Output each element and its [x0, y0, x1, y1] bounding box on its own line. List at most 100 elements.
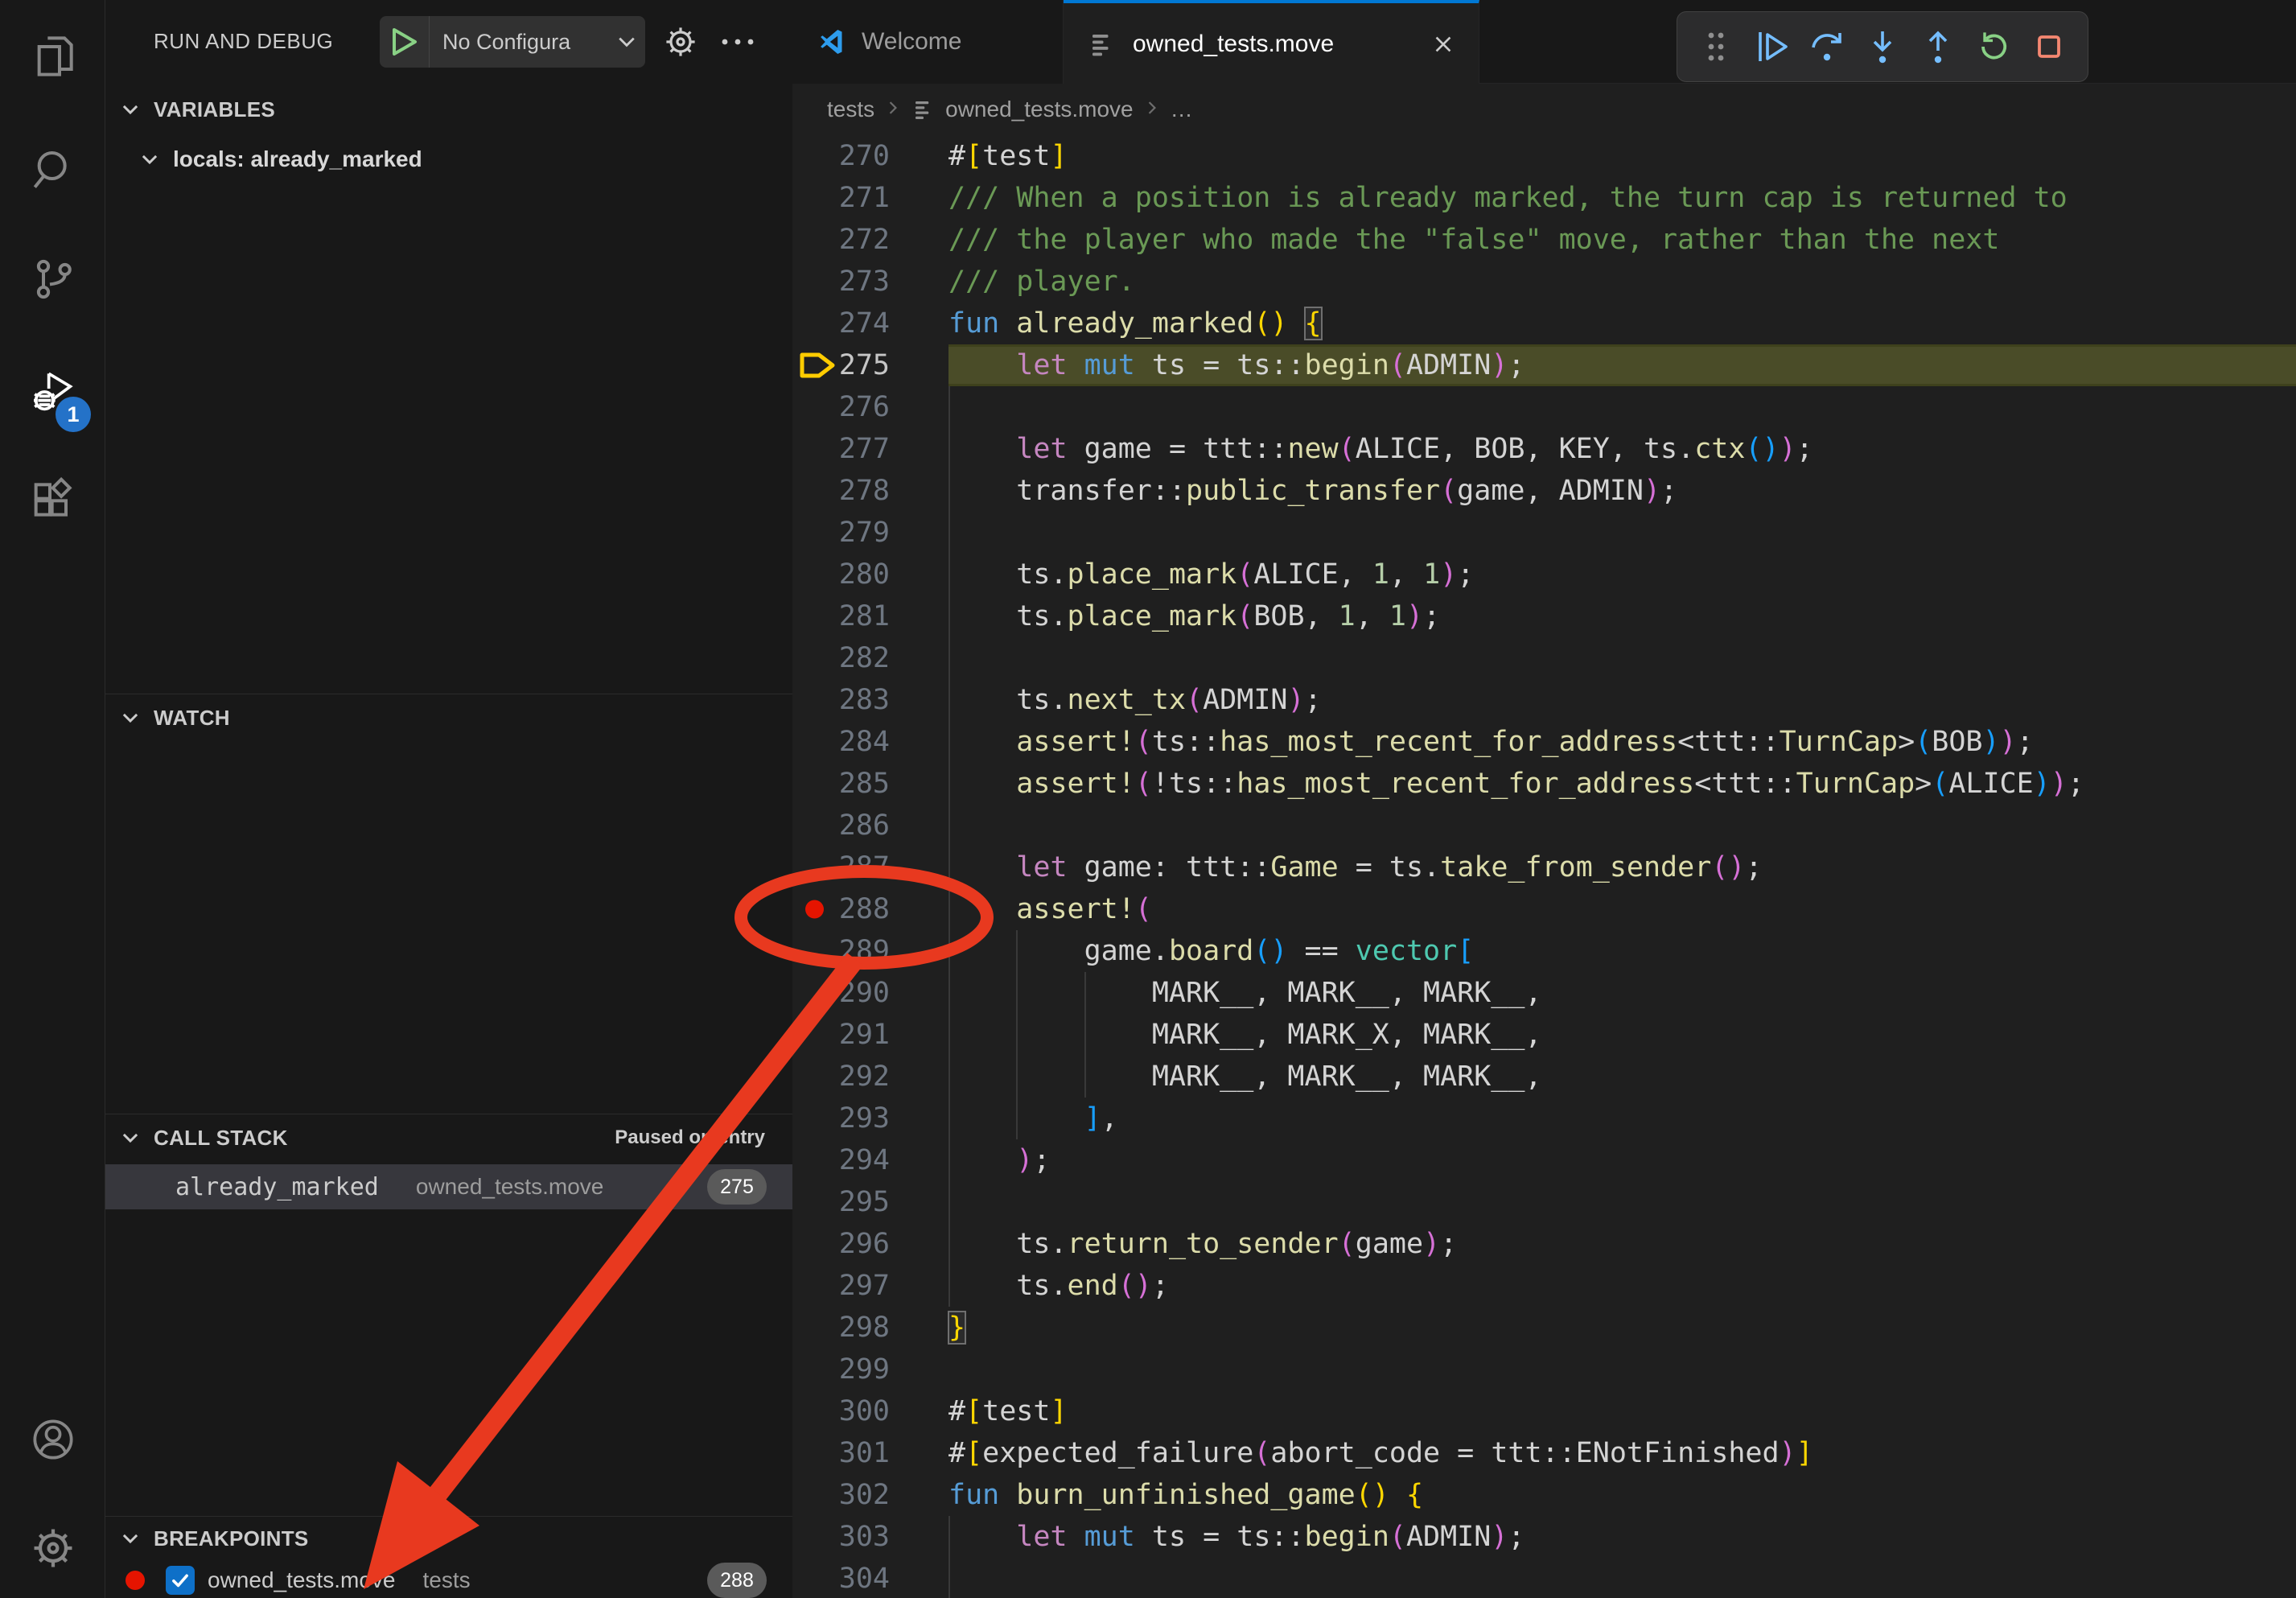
code-line-text[interactable]: /// player. [948, 261, 2296, 303]
gutter-line-281[interactable]: 281 [792, 595, 948, 637]
tab-welcome[interactable]: Welcome [792, 0, 1064, 84]
code-line-text[interactable]: MARK__, MARK__, MARK__, [948, 1056, 2296, 1098]
code-line-text[interactable]: ); [948, 1139, 2296, 1181]
code-line-text[interactable] [948, 512, 2296, 554]
tab-owned-tests-move[interactable]: owned_tests.move [1064, 0, 1479, 84]
breakpoint-enabled-checkbox[interactable] [166, 1566, 195, 1595]
breakpoints-section-header[interactable]: BREAKPOINTS [105, 1518, 792, 1559]
code-line-text[interactable]: game.board() == vector[ [948, 930, 2296, 972]
code-line-text[interactable]: let game: ttt::Game = ts.take_from_sende… [948, 846, 2296, 888]
step-over-button[interactable] [1801, 21, 1853, 72]
explorer-icon[interactable] [0, 8, 105, 105]
code-line-text[interactable]: ts.end(); [948, 1265, 2296, 1307]
gutter-line-286[interactable]: 286 [792, 805, 948, 846]
watch-section-header[interactable]: WATCH [105, 697, 792, 739]
gutter-line-290[interactable]: 290 [792, 972, 948, 1014]
code-line-text[interactable]: assert!(!ts::has_most_recent_for_address… [948, 763, 2296, 805]
code-line-text[interactable]: ts.return_to_sender(game); [948, 1223, 2296, 1265]
gutter-line-304[interactable]: 304 [792, 1558, 948, 1598]
code-line-text[interactable]: #[test] [948, 1390, 2296, 1432]
code-line-text[interactable] [948, 637, 2296, 679]
gutter-line-270[interactable]: 270 [792, 135, 948, 177]
gutter-line-291[interactable]: 291 [792, 1014, 948, 1056]
gutter-line-276[interactable]: 276 [792, 386, 948, 428]
step-into-button[interactable] [1857, 21, 1908, 72]
variables-section-header[interactable]: VARIABLES [105, 89, 792, 130]
gutter-line-284[interactable]: 284 [792, 721, 948, 763]
breadcrumb-item-tests[interactable]: tests [827, 97, 874, 122]
gutter-line-299[interactable]: 299 [792, 1349, 948, 1390]
gutter-line-297[interactable]: 297 [792, 1265, 948, 1307]
gutter-line-280[interactable]: 280 [792, 554, 948, 595]
code-line-text[interactable]: let mut ts = ts::begin(ADMIN); [948, 344, 2296, 386]
code-line-text[interactable] [948, 1349, 2296, 1390]
step-out-button[interactable] [1912, 21, 1964, 72]
source-control-icon[interactable] [0, 231, 105, 327]
gutter-line-275[interactable]: 275 [792, 344, 948, 386]
configuration-dropdown-label[interactable]: No Configura [430, 30, 608, 55]
gutter-line-301[interactable]: 301 [792, 1432, 948, 1474]
gutter-line-288[interactable]: 288 [792, 888, 948, 930]
account-icon[interactable] [0, 1391, 105, 1488]
code-line-text[interactable]: MARK__, MARK__, MARK__, [948, 972, 2296, 1014]
code-line-text[interactable]: ], [948, 1098, 2296, 1139]
gutter-line-294[interactable]: 294 [792, 1139, 948, 1181]
gutter-line-271[interactable]: 271 [792, 177, 948, 219]
call-stack-section-header[interactable]: CALL STACK Paused on entry [105, 1117, 792, 1159]
code-line-text[interactable]: /// When a position is already marked, t… [948, 177, 2296, 219]
start-debugging-button[interactable] [380, 16, 430, 68]
gutter-line-274[interactable]: 274 [792, 303, 948, 344]
code-line-text[interactable]: let game = ttt::new(ALICE, BOB, KEY, ts.… [948, 428, 2296, 470]
gutter-line-289[interactable]: 289 [792, 930, 948, 972]
call-stack-frame[interactable]: already_marked owned_tests.move 275 [105, 1164, 792, 1209]
code-line-text[interactable]: assert!( [948, 888, 2296, 930]
breadcrumb-item-file[interactable]: owned_tests.move [945, 97, 1133, 122]
gutter-line-295[interactable]: 295 [792, 1181, 948, 1223]
restart-button[interactable] [1968, 21, 2019, 72]
breakpoint-dot-icon[interactable] [805, 900, 824, 919]
code-line-text[interactable]: /// the player who made the "false" move… [948, 219, 2296, 261]
gutter-line-278[interactable]: 278 [792, 470, 948, 512]
code-line-text[interactable]: ts.next_tx(ADMIN); [948, 679, 2296, 721]
drag-handle-icon[interactable] [1690, 21, 1742, 72]
gutter-line-283[interactable]: 283 [792, 679, 948, 721]
code-line-text[interactable]: transfer::public_transfer(game, ADMIN); [948, 470, 2296, 512]
code-line-text[interactable]: #[test] [948, 135, 2296, 177]
gutter-line-277[interactable]: 277 [792, 428, 948, 470]
stop-button[interactable] [2023, 21, 2075, 72]
gutter-line-292[interactable]: 292 [792, 1056, 948, 1098]
gutter-line-302[interactable]: 302 [792, 1474, 948, 1516]
code-line-text[interactable]: ts.place_mark(BOB, 1, 1); [948, 595, 2296, 637]
code-line-text[interactable]: fun already_marked() { [948, 303, 2296, 344]
code-line-text[interactable]: MARK__, MARK_X, MARK__, [948, 1014, 2296, 1056]
code-line-text[interactable] [948, 805, 2296, 846]
code-line-text[interactable]: assert!(ts::has_most_recent_for_address<… [948, 721, 2296, 763]
search-icon[interactable] [0, 121, 105, 217]
run-and-debug-icon[interactable]: 1 [0, 344, 105, 440]
breakpoint-list-item[interactable]: owned_tests.move tests 288 [105, 1559, 792, 1598]
code-line-text[interactable]: #[expected_failure(abort_code = ttt::ENo… [948, 1432, 2296, 1474]
extensions-icon[interactable] [0, 455, 105, 551]
gutter-line-300[interactable]: 300 [792, 1390, 948, 1432]
breadcrumb-item-symbol[interactable]: … [1171, 97, 1193, 122]
code-line-text[interactable]: fun burn_unfinished_game() { [948, 1474, 2296, 1516]
more-actions-icon[interactable] [717, 23, 759, 61]
gutter-line-303[interactable]: 303 [792, 1516, 948, 1558]
gutter-line-282[interactable]: 282 [792, 637, 948, 679]
gutter-line-273[interactable]: 273 [792, 261, 948, 303]
gutter-line-279[interactable]: 279 [792, 512, 948, 554]
code-line-text[interactable] [948, 386, 2296, 428]
continue-button[interactable] [1746, 21, 1797, 72]
code-line-text[interactable] [948, 1181, 2296, 1223]
code-editor[interactable]: 270#[test]271/// When a position is alre… [792, 135, 2296, 1598]
variables-scope-locals[interactable]: locals: already_marked [105, 138, 792, 180]
code-line-text[interactable] [948, 1558, 2296, 1598]
gutter-line-287[interactable]: 287 [792, 846, 948, 888]
chevron-down-icon[interactable] [608, 31, 645, 53]
settings-gear-icon[interactable] [0, 1500, 105, 1596]
close-icon[interactable] [1427, 28, 1459, 60]
code-line-text[interactable]: ts.place_mark(ALICE, 1, 1); [948, 554, 2296, 595]
debug-settings-gear-icon[interactable] [661, 23, 700, 61]
gutter-line-293[interactable]: 293 [792, 1098, 948, 1139]
gutter-line-272[interactable]: 272 [792, 219, 948, 261]
